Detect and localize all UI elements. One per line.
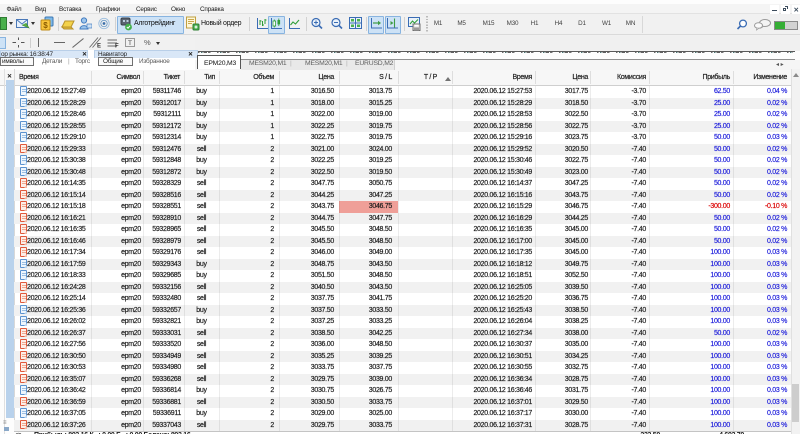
svg-text:E: E [97,44,101,49]
svg-text:$: $ [43,21,48,30]
svg-text:F: F [115,44,119,49]
